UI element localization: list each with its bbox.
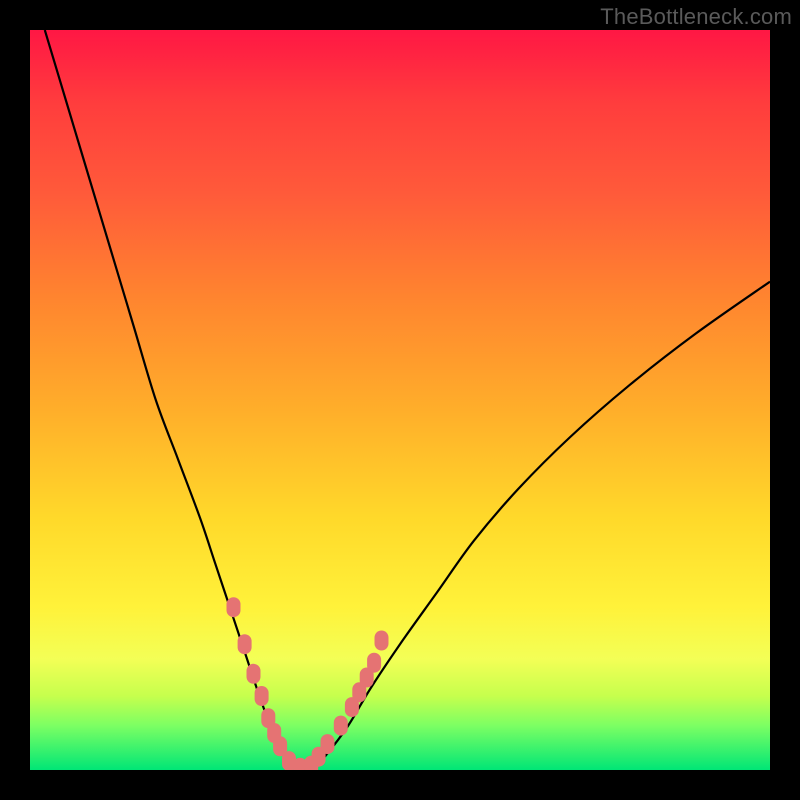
sample-dot [247, 664, 261, 684]
sample-dots-group [227, 597, 389, 770]
bottleneck-curve [45, 30, 770, 770]
sample-dot [227, 597, 241, 617]
bottleneck-curve-svg [30, 30, 770, 770]
sample-dot [238, 634, 252, 654]
sample-dot [255, 686, 269, 706]
sample-dot [375, 631, 389, 651]
sample-dot [367, 653, 381, 673]
sample-dot [334, 716, 348, 736]
plot-area [30, 30, 770, 770]
watermark-text: TheBottleneck.com [600, 4, 792, 30]
sample-dot [321, 734, 335, 754]
chart-frame: TheBottleneck.com [0, 0, 800, 800]
curve-group [45, 30, 770, 770]
